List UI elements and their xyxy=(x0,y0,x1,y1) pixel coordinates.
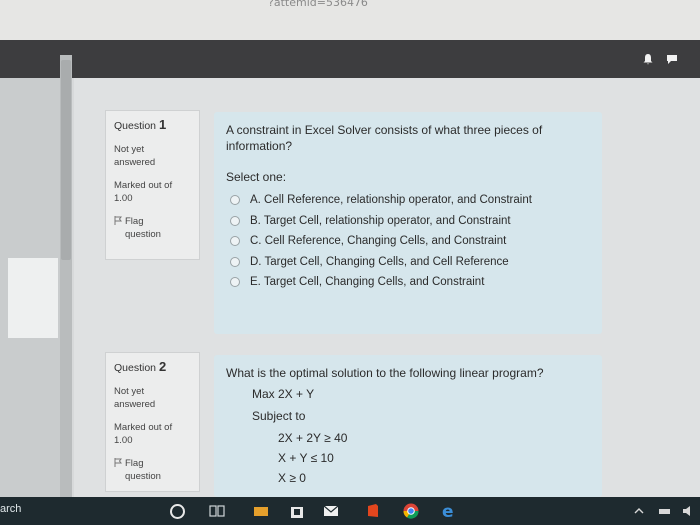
constraint-3: X ≥ 0 xyxy=(278,471,306,485)
option-b[interactable]: B. Target Cell, relationship operator, a… xyxy=(230,215,590,227)
left-sidebar xyxy=(0,78,60,498)
question-prompt: A constraint in Excel Solver consists of… xyxy=(226,123,543,153)
question-number: 1 xyxy=(158,117,167,132)
url-text: ?attemid=536476 xyxy=(268,0,368,9)
flag-label-2: question xyxy=(125,471,161,482)
flag-question-button[interactable]: Flag question xyxy=(114,457,191,483)
internet-explorer-icon[interactable]: e xyxy=(440,502,458,520)
question-number: 2 xyxy=(158,359,167,374)
status-line-1: Not yet xyxy=(114,386,145,397)
chat-icon[interactable] xyxy=(666,53,678,65)
bell-icon[interactable] xyxy=(642,53,654,65)
question-label: Question xyxy=(114,362,157,374)
task-view-icon[interactable] xyxy=(208,502,226,520)
svg-text:e: e xyxy=(442,502,454,520)
marked-label: Marked out of xyxy=(114,422,173,433)
option-c[interactable]: C. Cell Reference, Changing Cells, and C… xyxy=(230,235,590,247)
question-1-info: Question 1 Not yet answered Marked out o… xyxy=(105,110,200,260)
mail-icon[interactable] xyxy=(322,502,340,520)
radio-button[interactable] xyxy=(230,256,240,267)
question-2-info: Question 2 Not yet answered Marked out o… xyxy=(105,352,200,492)
flag-label-1: Flag xyxy=(125,458,144,469)
question-prompt: What is the optimal solution to the foll… xyxy=(226,366,544,380)
flag-label-2: question xyxy=(125,229,161,240)
status-line-2: answered xyxy=(114,399,156,410)
address-bar[interactable]: ?attemid=536476 xyxy=(0,0,700,40)
question-label: Question xyxy=(114,120,157,132)
marked-value: 1.00 xyxy=(114,193,133,204)
chrome-icon[interactable] xyxy=(402,502,420,520)
subject-to-label: Subject to xyxy=(252,409,306,423)
flag-icon xyxy=(114,216,122,225)
constraint-1: 2X + 2Y ≥ 40 xyxy=(278,431,348,445)
scrollbar-thumb[interactable] xyxy=(61,60,71,260)
objective-function: Max 2X + Y xyxy=(252,387,315,401)
radio-button[interactable] xyxy=(230,195,240,205)
flag-label-1: Flag xyxy=(125,216,144,227)
question-2-text: What is the optimal solution to the foll… xyxy=(214,355,602,497)
cortana-icon[interactable] xyxy=(170,504,185,519)
select-one-label: Select one: xyxy=(226,170,287,184)
system-tray-chevron-icon[interactable] xyxy=(630,502,648,520)
site-navbar xyxy=(0,40,700,78)
radio-button[interactable] xyxy=(230,277,240,287)
radio-button[interactable] xyxy=(230,215,240,226)
option-label: B. Target Cell, relationship operator, a… xyxy=(250,214,511,227)
option-e[interactable]: E. Target Cell, Changing Cells, and Cons… xyxy=(230,276,590,288)
store-icon[interactable] xyxy=(288,502,306,520)
flag-question-button[interactable]: Flag question xyxy=(114,215,191,241)
volume-icon[interactable] xyxy=(680,502,698,520)
marked-value: 1.00 xyxy=(114,435,133,446)
marked-label: Marked out of xyxy=(114,180,173,191)
sidebar-highlight xyxy=(8,258,58,338)
status-line-1: Not yet xyxy=(114,144,145,155)
edge-icon[interactable] xyxy=(252,502,270,520)
option-a[interactable]: A. Cell Reference, relationship operator… xyxy=(230,194,590,206)
radio-button[interactable] xyxy=(230,236,240,246)
status-line-2: answered xyxy=(114,157,156,168)
office-icon[interactable] xyxy=(364,502,382,520)
option-label: E. Target Cell, Changing Cells, and Cons… xyxy=(250,276,485,288)
flag-icon xyxy=(114,458,122,467)
taskbar-search[interactable]: arch xyxy=(0,503,21,515)
option-label: D. Target Cell, Changing Cells, and Cell… xyxy=(250,255,509,268)
option-d[interactable]: D. Target Cell, Changing Cells, and Cell… xyxy=(230,256,590,268)
option-label: A. Cell Reference, relationship operator… xyxy=(250,194,532,206)
option-label: C. Cell Reference, Changing Cells, and C… xyxy=(250,235,507,247)
battery-icon[interactable] xyxy=(656,502,674,520)
taskbar: arch e xyxy=(0,497,700,525)
question-1-text: A constraint in Excel Solver consists of… xyxy=(214,112,602,334)
constraint-2: X + Y ≤ 10 xyxy=(278,451,334,465)
